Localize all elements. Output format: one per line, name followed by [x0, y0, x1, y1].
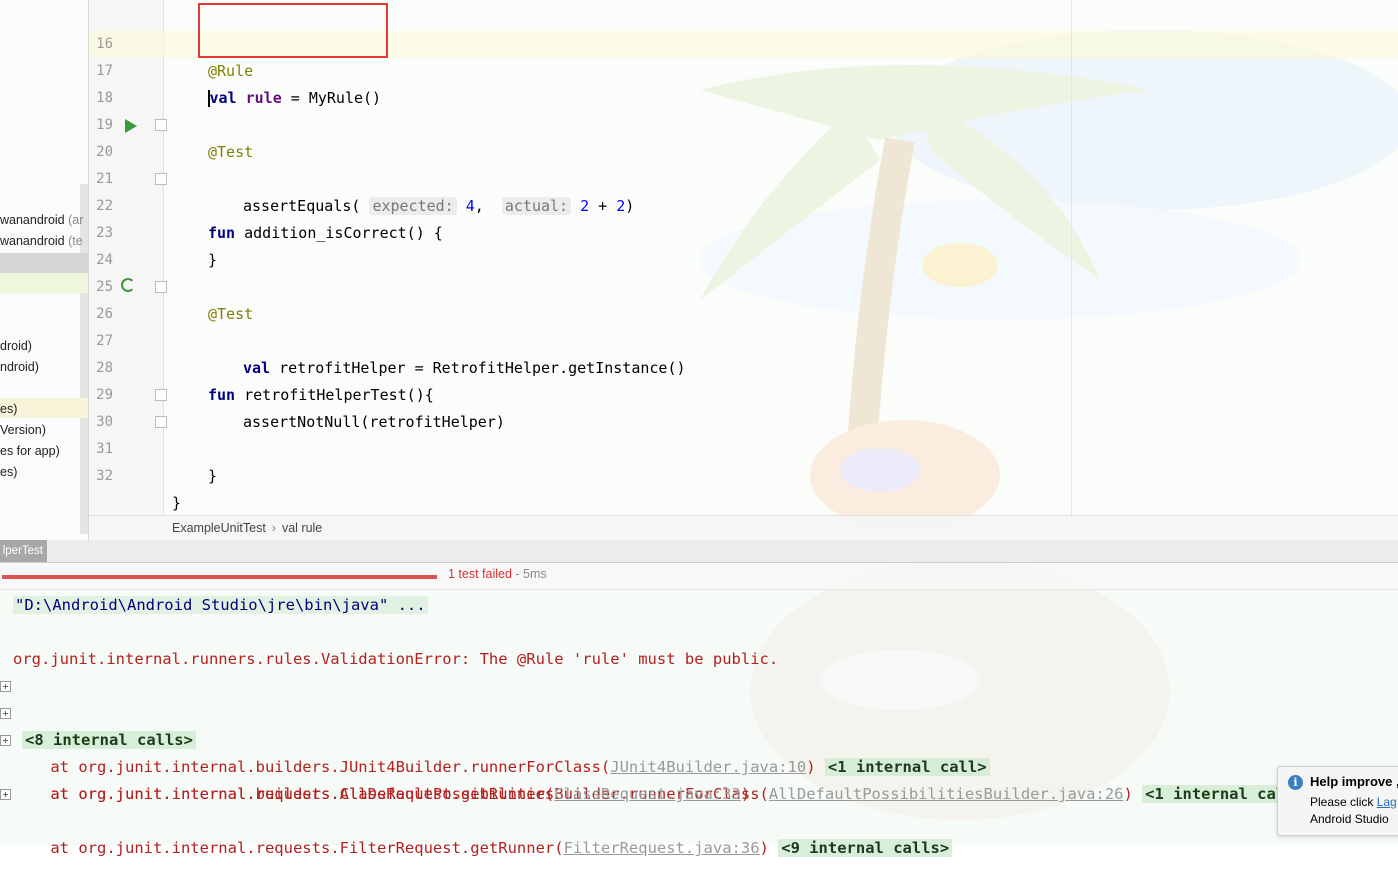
code-line[interactable]: 32	[89, 436, 1398, 484]
source-link[interactable]: FilterRequest.java:36	[564, 839, 760, 857]
code-line[interactable]: 24	[89, 220, 1398, 268]
sidebar-item-label: droid)	[0, 339, 32, 353]
sidebar-item[interactable]: Version)	[0, 420, 46, 440]
sidebar-item-suffix: (ar	[64, 213, 84, 227]
stack-frame: at org.junit.internal.requests.FilterReq…	[0, 781, 1398, 857]
code-line[interactable]: 21 assertEquals( expected: 4, actual: 2 …	[89, 139, 1398, 215]
sidebar-item[interactable]: es)	[0, 399, 17, 419]
sidebar-item-wanandroid-main[interactable]: wanandroid (ar	[0, 210, 83, 230]
sidebar-item-label: wanandroid	[0, 213, 65, 227]
sidebar-item[interactable]: es for app)	[0, 441, 60, 461]
close-brace: }	[172, 494, 182, 512]
code-line[interactable]: 18	[89, 58, 1398, 106]
breadcrumb-item-class[interactable]: ExampleUnitTest	[172, 521, 266, 535]
close-brace: }	[208, 467, 218, 485]
breadcrumb-item-member[interactable]: val rule	[282, 521, 322, 535]
expand-icon[interactable]	[0, 681, 11, 692]
run-console[interactable]: "D:\Android\Android Studio\jre\bin\java"…	[0, 589, 1398, 857]
stack-frame-suffix: )	[759, 839, 769, 857]
run-tab-label: lperTest	[2, 545, 43, 557]
sidebar-highlight-row	[0, 273, 88, 293]
line-number: 32	[96, 468, 113, 484]
code-line[interactable]: 19 @Test	[89, 85, 1398, 161]
console-command-line: "D:\Android\Android Studio\jre\bin\java"…	[13, 592, 428, 619]
fold-marker-icon[interactable]	[155, 119, 167, 131]
test-progress-bar	[2, 575, 437, 579]
annotation-highlight-box	[198, 3, 388, 58]
run-test-icon[interactable]	[125, 119, 137, 133]
code-line[interactable]: 25 @Test	[89, 247, 1398, 323]
test-result-label: 1 test failed	[448, 567, 512, 581]
sidebar-selected-row[interactable]	[0, 253, 88, 273]
sidebar-item-label: es for app)	[0, 444, 60, 458]
stack-frame: at org.junit.internal.builders.JUnit4Bui…	[0, 700, 1398, 776]
sidebar-item-label: es)	[0, 465, 18, 479]
notification-body-text: Please click	[1310, 795, 1377, 809]
sidebar-item[interactable]: ndroid)	[0, 357, 39, 377]
expand-icon[interactable]	[0, 789, 11, 800]
stack-frame: at org.junit.internal.requests.ClassRequ…	[0, 754, 1398, 803]
run-window-header	[0, 540, 1398, 563]
code-line[interactable]: 23	[89, 193, 1398, 241]
notification-body-line2: Android Studio	[1310, 812, 1389, 826]
breadcrumb: ExampleUnitTest › val rule	[89, 515, 1398, 541]
code-editor[interactable]: 16 @Rule 17 val rule = MyRule() 18 19 @T…	[89, 0, 1398, 515]
breadcrumb-separator: ›	[271, 521, 276, 535]
code-line[interactable]: 29 assertNotNull(retrofitHelper)	[89, 355, 1398, 431]
notification-title: Help improve ,	[1310, 774, 1398, 789]
run-config-tab[interactable]: lperTest	[0, 540, 47, 562]
code-line[interactable]: 26 fun retrofitHelperTest(){	[89, 274, 1398, 404]
notification-balloon[interactable]: i Help improve , Please click Lag Androi…	[1277, 766, 1398, 836]
sidebar-item-label: wanandroid	[0, 234, 65, 248]
internal-calls-fold[interactable]: <9 internal calls>	[778, 839, 953, 857]
console-internal-calls-row[interactable]: <8 internal calls>	[0, 673, 196, 749]
fold-marker-icon[interactable]	[155, 416, 167, 428]
sidebar-item[interactable]: droid)	[0, 336, 32, 356]
test-duration: - 5ms	[511, 567, 547, 581]
code-line[interactable]: 28	[89, 328, 1398, 376]
stack-frame-text: at org.junit.internal.requests.FilterReq…	[13, 839, 564, 857]
stack-frame: at org.junit.internal.builders.AllDefaul…	[0, 727, 1398, 803]
expand-icon[interactable]	[0, 735, 11, 746]
java-command: "D:\Android\Android Studio\jre\bin\java"…	[13, 596, 428, 614]
fold-marker-icon[interactable]	[155, 173, 167, 185]
sidebar-item-wanandroid-test[interactable]: wanandroid (te	[0, 231, 83, 251]
test-status-bar: 1 test failed - 5ms	[0, 563, 1398, 590]
info-icon: i	[1288, 775, 1303, 790]
expand-icon[interactable]	[0, 708, 11, 719]
fold-marker-icon[interactable]	[155, 281, 167, 293]
code-line[interactable]: 27 val retrofitHelper = RetrofitHelper.g…	[89, 301, 1398, 377]
code-line[interactable]: 30 }	[89, 382, 1398, 485]
rerun-test-icon[interactable]	[121, 278, 135, 292]
notification-link[interactable]: Lag	[1377, 795, 1397, 809]
project-sidebar: wanandroid (ar wanandroid (te droid) ndr…	[0, 0, 89, 540]
test-status-text: 1 test failed - 5ms	[448, 567, 547, 581]
code-line[interactable]: 22 }	[89, 166, 1398, 269]
code-line[interactable]: 20 fun addition_isCorrect() {	[89, 112, 1398, 242]
sidebar-item-suffix: (te	[64, 234, 83, 248]
sidebar-item-label: ndroid)	[0, 360, 39, 374]
sidebar-item-label: es)	[0, 402, 18, 416]
notification-body: Please click Lag	[1310, 795, 1397, 809]
sidebar-item-label: Version)	[0, 423, 46, 437]
code-line[interactable]: 31 }	[89, 409, 1398, 512]
console-error-message: org.junit.internal.runners.rules.Validat…	[13, 650, 779, 668]
fold-marker-icon[interactable]	[155, 389, 167, 401]
sidebar-item[interactable]: es)	[0, 462, 17, 482]
